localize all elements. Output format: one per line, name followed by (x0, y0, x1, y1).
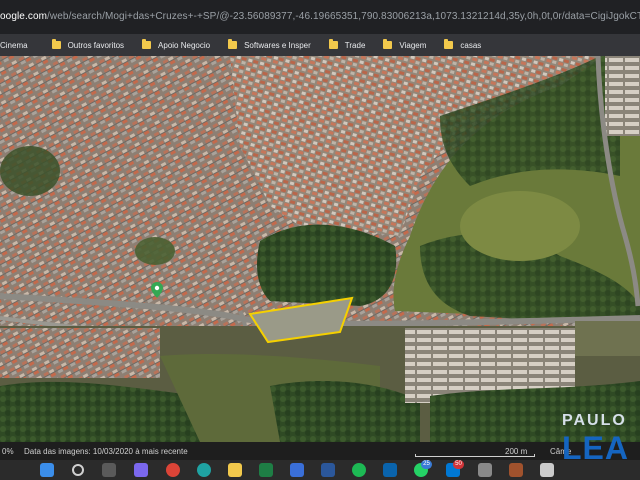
location-pin-icon[interactable] (151, 282, 163, 298)
imagery-date: Data das imagens: 10/03/2020 à mais rece… (24, 447, 188, 456)
url-host: oogle.com (0, 11, 48, 22)
folder-icon (444, 39, 454, 49)
url-text[interactable]: oogle.com/web/search/Mogi+das+Cruzes+-+S… (0, 11, 640, 22)
store-icon[interactable] (290, 463, 304, 477)
taskview-icon[interactable] (102, 463, 116, 477)
map-imagery (0, 56, 640, 442)
url-path: /web/search/Mogi+das+Cruzes+-+SP/@-23.56… (47, 11, 640, 22)
satellite-map[interactable] (0, 56, 640, 442)
notification-badge: 50 (453, 460, 464, 469)
scale-label: 200 m (505, 447, 528, 456)
folder-icon (142, 39, 152, 49)
outlook-icon[interactable] (383, 463, 397, 477)
folder-icon (51, 39, 61, 49)
mail-icon[interactable]: 50 (446, 460, 464, 477)
bookmark-outros-favoritos[interactable]: Outros favoritos (51, 39, 125, 50)
windows-icon[interactable] (40, 463, 54, 477)
bookmark-trade[interactable]: Trade (328, 39, 366, 50)
app-icon[interactable] (540, 463, 554, 477)
excel-icon[interactable] (259, 463, 273, 477)
bookmarks-bar: Cinema Outros favoritos Apoio Negocio So… (0, 34, 640, 56)
whatsapp-icon[interactable]: 25 (414, 460, 432, 477)
bookmark-label: Softwares e Insper (244, 40, 311, 50)
bookmark-label: casas (460, 40, 482, 50)
bookmark-softwares-insper[interactable]: Softwares e Insper (228, 39, 311, 50)
edge-icon[interactable] (197, 463, 211, 477)
word-icon[interactable] (321, 463, 335, 477)
app-icon[interactable] (509, 463, 523, 477)
bookmark-label: Cinema (0, 40, 28, 50)
search-icon[interactable] (72, 464, 84, 476)
bookmark-label: Outros favoritos (67, 40, 125, 50)
folder-icon (383, 39, 393, 49)
bookmark-apoio-negocio[interactable]: Apoio Negocio (142, 39, 211, 50)
bookmark-cinema[interactable]: Cinema (0, 41, 28, 50)
taskbar: 25 50 (0, 460, 640, 480)
spotify-icon[interactable] (352, 463, 366, 477)
bookmark-casas[interactable]: casas (444, 39, 482, 50)
notification-badge: 25 (421, 460, 432, 469)
zoom-level: 0% (2, 447, 14, 456)
folder-icon (328, 39, 338, 49)
bookmark-label: Viagem (399, 40, 427, 50)
bookmark-label: Apoio Negocio (158, 40, 211, 50)
folder-icon (228, 39, 238, 49)
app-icon[interactable] (478, 463, 492, 477)
chat-icon[interactable] (134, 463, 148, 477)
chrome-icon[interactable] (166, 463, 180, 477)
folder-icon[interactable] (228, 463, 242, 477)
address-bar[interactable]: oogle.com/web/search/Mogi+das+Cruzes+-+S… (0, 0, 640, 34)
bookmark-viagem[interactable]: Viagem (383, 39, 427, 50)
camera-label: Câme (550, 447, 572, 456)
bookmark-label: Trade (344, 40, 366, 50)
map-status-bar: 0% Data das imagens: 10/03/2020 à mais r… (0, 442, 640, 460)
